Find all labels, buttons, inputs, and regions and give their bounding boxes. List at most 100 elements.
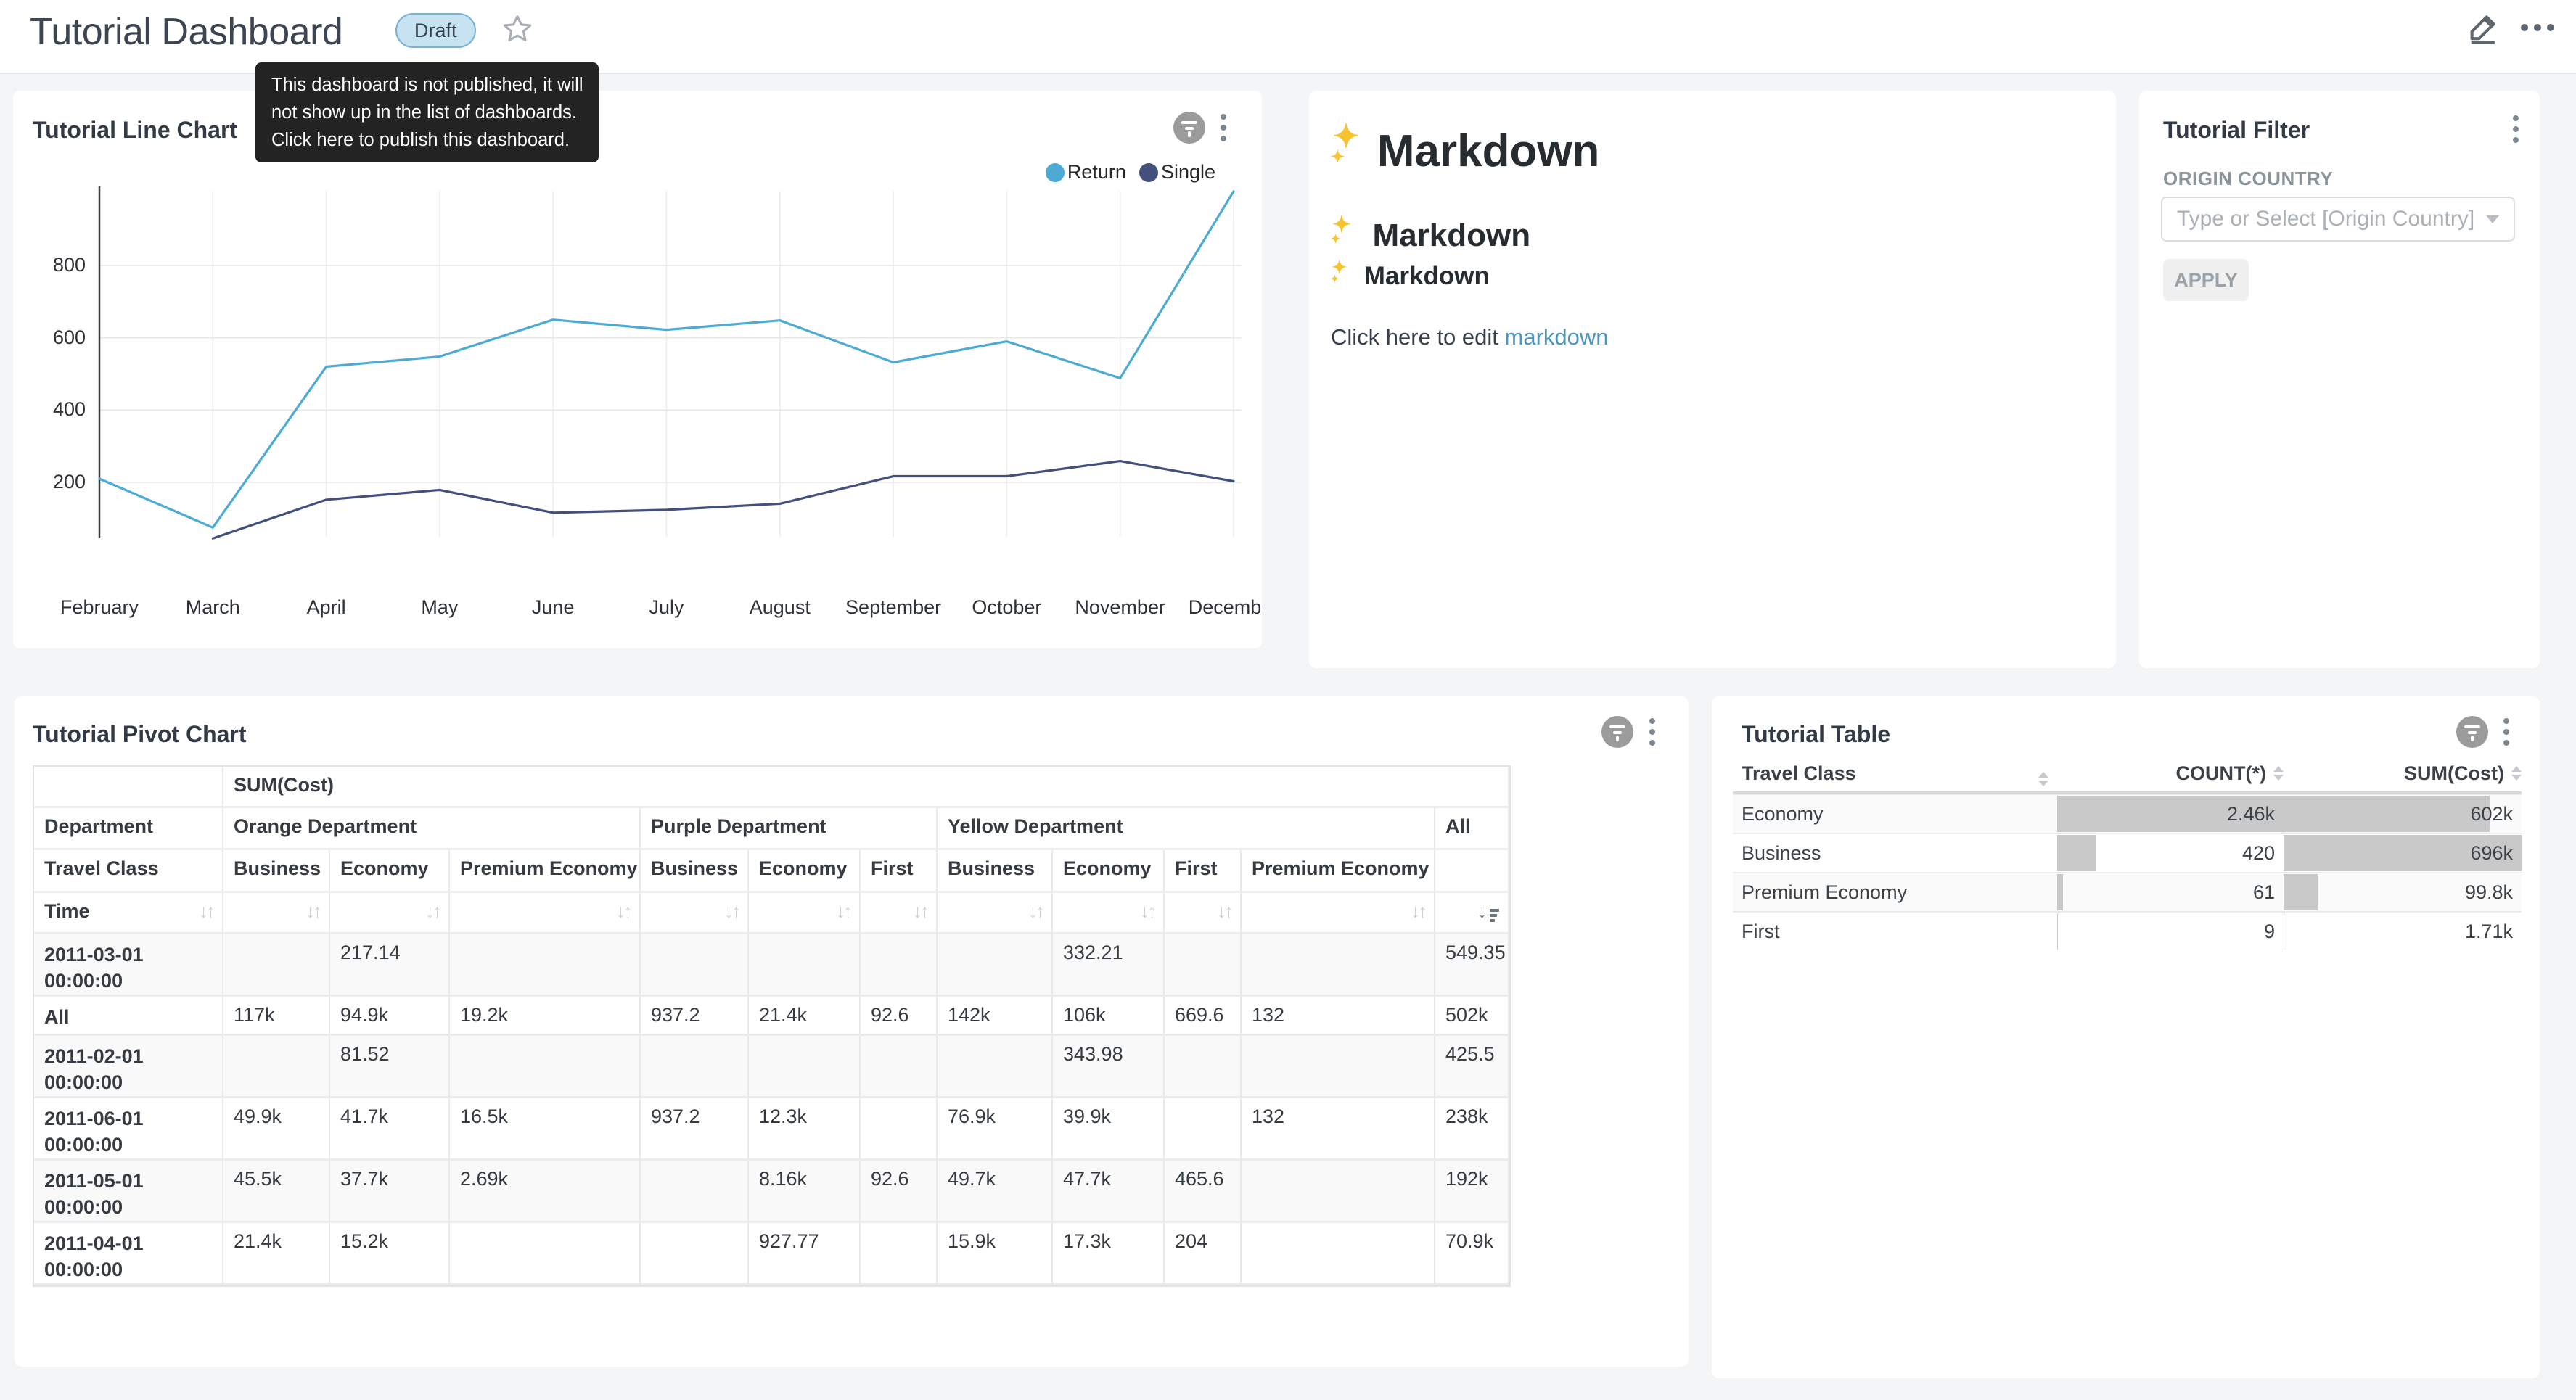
pivot-column-header: First [861, 850, 938, 893]
pivot-value-cell [641, 934, 749, 997]
sort-icon: ↓↑ [724, 900, 739, 923]
pivot-value-cell [450, 1036, 641, 1098]
pivot-sort-header[interactable]: ↓↑ [861, 893, 938, 934]
table-kebab-menu-icon[interactable] [2503, 718, 2510, 746]
pivot-column-header: Economy [749, 850, 861, 893]
pivot-sort-header[interactable]: ↓ [1435, 893, 1509, 934]
sort-icon: ↓↑ [836, 900, 850, 923]
sort-icon: ↓↑ [1217, 900, 1231, 923]
sparkles-icon [1331, 259, 1355, 284]
pivot-value-cell [1242, 1036, 1435, 1098]
line-chart-plot [13, 91, 1262, 648]
pivot-value-cell: 41.7k [330, 1098, 450, 1161]
pivot-value-cell [1165, 934, 1242, 997]
pivot-sort-header[interactable]: ↓↑ [223, 893, 330, 934]
pivot-value-cell [938, 934, 1053, 997]
favorite-star-icon[interactable] [501, 13, 533, 45]
x-tick-label: July [605, 596, 729, 619]
table-row-label: First [1733, 911, 2057, 950]
draft-status-badge[interactable]: Draft [395, 13, 476, 48]
pivot-value-cell: 19.2k [450, 997, 641, 1036]
count-cell: 9 [2057, 911, 2284, 950]
sort-icon: ↓↑ [425, 900, 440, 923]
pivot-column-header: Economy [330, 850, 450, 893]
pivot-value-cell [861, 1036, 938, 1098]
markdown-h3: Markdown [1331, 259, 1490, 291]
pivot-value-cell: 343.98 [1053, 1036, 1165, 1098]
pivot-value-cell: 15.9k [938, 1223, 1053, 1285]
x-tick-label: May [378, 596, 501, 619]
pivot-column-header: Business [938, 850, 1053, 893]
pivot-subdimension-header: Travel Class [34, 850, 223, 893]
data-table: Travel ClassCOUNT(*)SUM(Cost)Economy2.46… [1733, 755, 2522, 950]
x-tick-label: April [265, 596, 388, 619]
pivot-sort-header[interactable]: ↓↑ [450, 893, 641, 934]
line-chart-panel: Tutorial Line Chart ReturnSingle 2004006… [13, 91, 1262, 648]
sum-cell: 696k [2284, 833, 2522, 872]
column-header-sum-cost[interactable]: SUM(Cost) [2284, 755, 2522, 794]
pivot-value-cell: 192k [1435, 1161, 1509, 1223]
pivot-value-cell: 117k [223, 997, 330, 1036]
select-placeholder: Type or Select [Origin Country] [2177, 207, 2474, 231]
pivot-sort-header[interactable]: ↓↑ [1053, 893, 1165, 934]
column-header-count[interactable]: COUNT(*) [2057, 755, 2284, 794]
pivot-value-cell: 16.5k [450, 1098, 641, 1161]
pivot-row-label: 2011-04-01 00:00:00 [34, 1223, 223, 1285]
pivot-sort-header[interactable]: ↓↑ [330, 893, 450, 934]
edit-pencil-icon[interactable] [2464, 9, 2502, 46]
origin-country-label: ORIGIN COUNTRY [2163, 168, 2333, 190]
count-cell: 2.46k [2057, 794, 2284, 833]
pivot-value-cell [749, 934, 861, 997]
pivot-value-cell: 15.2k [330, 1223, 450, 1285]
pivot-value-cell: 332.21 [1053, 934, 1165, 997]
pivot-metric-header: SUM(Cost) [223, 767, 1509, 808]
sort-icon: ↓↑ [913, 900, 927, 923]
pivot-group-header: Yellow Department [938, 808, 1435, 850]
pivot-value-cell: 70.9k [1435, 1223, 1509, 1285]
origin-country-select[interactable]: Type or Select [Origin Country] [2161, 197, 2515, 242]
filter-panel-title: Tutorial Filter [2163, 117, 2310, 144]
table-filter-badge-icon[interactable] [2456, 716, 2488, 748]
pivot-corner-cell [34, 767, 223, 808]
pivot-time-sort-header[interactable]: Time↓↑ [34, 893, 223, 934]
table-row-label: Premium Economy [1733, 872, 2057, 911]
sparkles-icon [1331, 214, 1361, 246]
pivot-sort-header[interactable]: ↓↑ [1165, 893, 1242, 934]
markdown-paragraph: Click here to edit markdown [1331, 324, 1609, 350]
pivot-kebab-menu-icon[interactable] [1649, 718, 1656, 746]
pivot-chart-title: Tutorial Pivot Chart [33, 721, 247, 748]
sort-descending-icon: ↓ [1477, 900, 1499, 923]
pivot-column-header: Business [641, 850, 749, 893]
pivot-value-cell [1165, 1098, 1242, 1161]
pivot-value-cell [861, 1098, 938, 1161]
sort-updown-icon [2038, 772, 2048, 786]
x-tick-label: December [1172, 596, 1262, 619]
cell-bar [2057, 913, 2058, 950]
sum-cell: 602k [2284, 794, 2522, 833]
pivot-value-cell: 217.14 [330, 934, 450, 997]
markdown-edit-link[interactable]: markdown [1505, 324, 1609, 350]
filter-kebab-menu-icon[interactable] [2512, 115, 2519, 143]
pivot-sort-header[interactable]: ↓↑ [641, 893, 749, 934]
pivot-value-cell [450, 1223, 641, 1285]
pivot-row-label: 2011-02-01 00:00:00 [34, 1036, 223, 1098]
pivot-value-cell [223, 934, 330, 997]
pivot-value-cell [641, 1161, 749, 1223]
pivot-value-cell: 12.3k [749, 1098, 861, 1161]
pivot-sort-header[interactable]: ↓↑ [1242, 893, 1435, 934]
column-header-travel-class[interactable]: Travel Class [1733, 755, 2057, 794]
pivot-value-cell: 49.7k [938, 1161, 1053, 1223]
header-ellipsis-menu-icon[interactable] [2521, 12, 2559, 44]
pivot-value-cell: 94.9k [330, 997, 450, 1036]
sparkles-icon [1331, 121, 1374, 166]
cell-bar [2284, 796, 2490, 832]
pivot-sort-header[interactable]: ↓↑ [749, 893, 861, 934]
pivot-column-header [1435, 850, 1509, 893]
pivot-column-header: First [1165, 850, 1242, 893]
pivot-sort-header[interactable]: ↓↑ [938, 893, 1053, 934]
pivot-filter-badge-icon[interactable] [1601, 716, 1633, 748]
pivot-row-label: 2011-03-01 00:00:00 [34, 934, 223, 997]
apply-button[interactable]: APPLY [2163, 259, 2249, 301]
pivot-value-cell: 465.6 [1165, 1161, 1242, 1223]
pivot-value-cell [861, 934, 938, 997]
